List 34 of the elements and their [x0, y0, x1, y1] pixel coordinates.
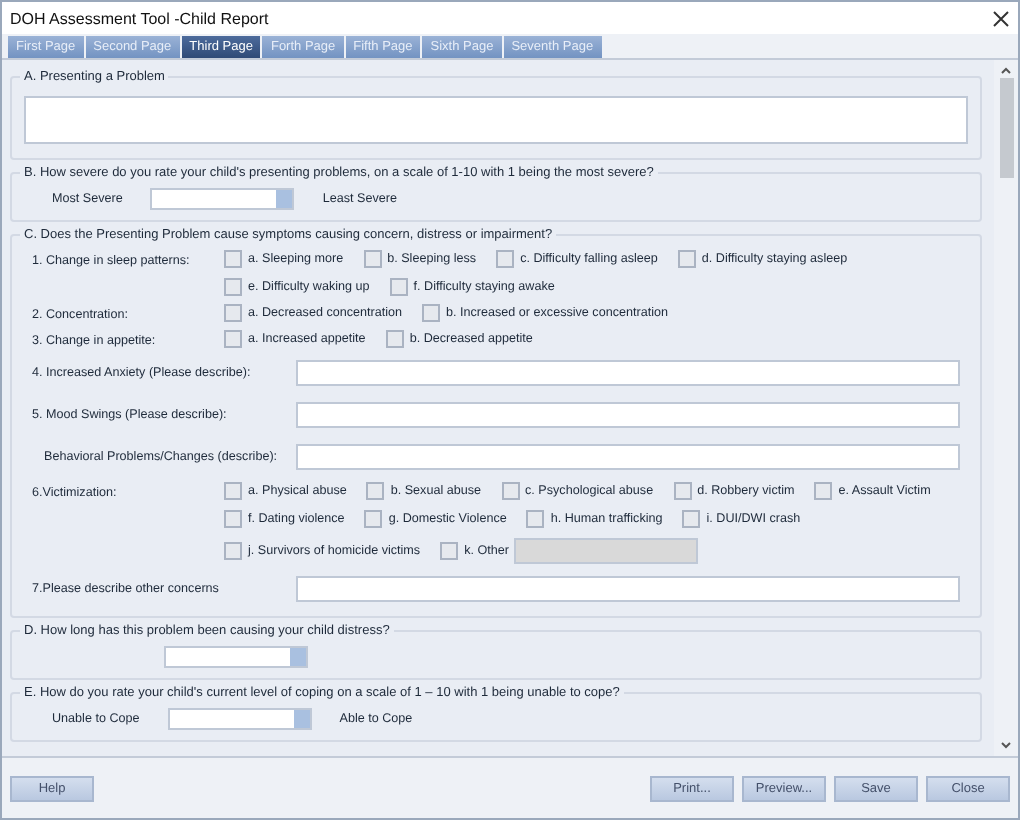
checkbox[interactable] — [366, 482, 385, 500]
checkbox[interactable] — [440, 542, 459, 560]
checkbox[interactable] — [224, 542, 242, 560]
text-field[interactable] — [296, 360, 960, 386]
scroll-down-icon[interactable] — [1000, 742, 1012, 750]
text-field[interactable] — [296, 444, 960, 470]
checkbox[interactable] — [224, 482, 242, 500]
checkbox[interactable] — [363, 250, 382, 268]
checkbox[interactable] — [496, 250, 515, 268]
checkbox[interactable] — [385, 330, 404, 348]
checkbox[interactable] — [224, 278, 242, 296]
text-field[interactable] — [296, 576, 960, 602]
checkbox[interactable] — [501, 482, 520, 500]
checkbox[interactable] — [673, 482, 692, 500]
text-field[interactable] — [296, 402, 960, 428]
checkbox[interactable] — [389, 278, 408, 296]
checkbox[interactable] — [814, 482, 833, 500]
checkbox[interactable] — [224, 330, 242, 348]
dropdown[interactable] — [150, 188, 295, 210]
text-area[interactable] — [24, 96, 968, 144]
checkbox[interactable] — [224, 250, 242, 268]
window-title: DOH Assessment Tool -Child Report — [10, 9, 269, 27]
checkbox[interactable] — [422, 304, 441, 322]
checkbox[interactable] — [677, 250, 696, 268]
scroll-up-icon[interactable] — [1000, 66, 1012, 74]
checkbox[interactable] — [526, 510, 545, 528]
checkbox[interactable] — [682, 510, 701, 528]
scrollbar[interactable] — [994, 60, 1018, 756]
checkbox[interactable] — [364, 510, 383, 528]
close-icon[interactable] — [992, 9, 1010, 27]
checkbox[interactable] — [224, 510, 242, 528]
checkbox[interactable] — [224, 304, 242, 322]
dropdown[interactable] — [167, 708, 312, 730]
dropdown[interactable] — [164, 646, 308, 668]
